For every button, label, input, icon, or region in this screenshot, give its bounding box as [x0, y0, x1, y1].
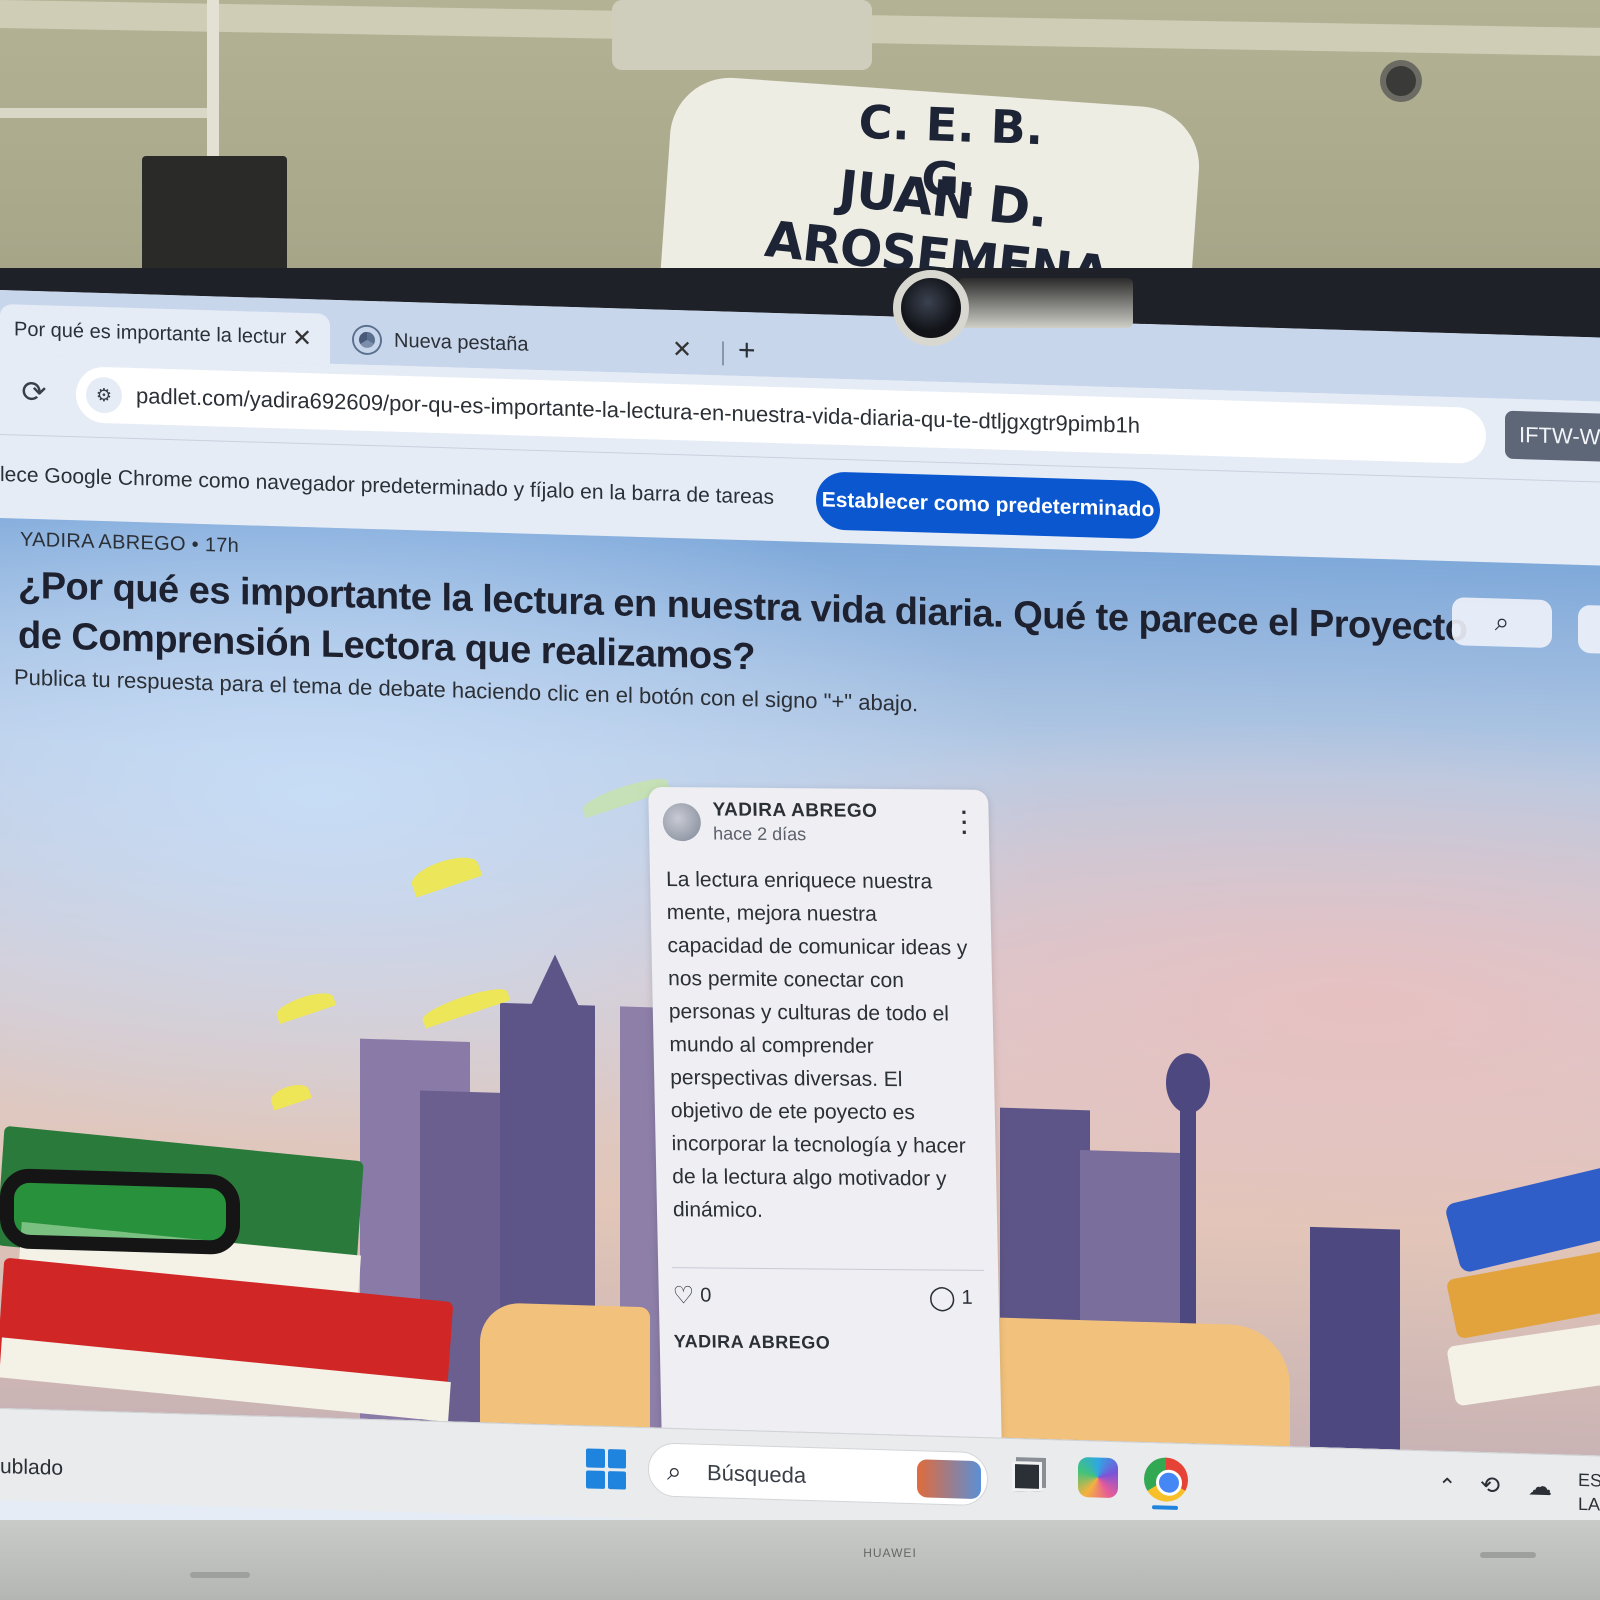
task-view-icon[interactable] — [1012, 1461, 1042, 1492]
post-card[interactable]: YADIRA ABREGO hace 2 días · · · La lectura… — [648, 786, 1002, 1451]
background-bird — [273, 988, 337, 1025]
background-books-right — [1444, 1163, 1600, 1455]
comment-preview-author: YADIRA ABREGO — [673, 1331, 831, 1353]
profile-button[interactable]: IFTW-W — [1505, 410, 1600, 463]
search-icon: ⌕ — [667, 1455, 682, 1487]
language-line1: ES — [1578, 1469, 1600, 1491]
like-button[interactable]: ♡ 0 — [672, 1281, 711, 1310]
background-tower-top — [1166, 1052, 1210, 1114]
new-tab-button[interactable]: + — [738, 334, 756, 369]
like-count: 0 — [700, 1284, 712, 1307]
close-icon[interactable]: ✕ — [288, 323, 316, 353]
bezel-mark — [1480, 1552, 1536, 1558]
microsoft-365-icon[interactable] — [1078, 1456, 1118, 1499]
background-building — [1310, 1226, 1400, 1450]
webcam — [893, 270, 969, 346]
tab-title: Nueva pestaña — [394, 329, 529, 356]
tab-separator — [722, 341, 724, 366]
padlet-page: YADIRA ABREGO • 17h ¿Por qué es importan… — [0, 518, 1600, 1456]
comment-button[interactable]: ◯ 1 — [928, 1283, 973, 1312]
tab-title: Por qué es importante la lectur — [14, 317, 287, 348]
tune-icon[interactable]: ⚙ — [86, 376, 122, 414]
post-divider — [672, 1267, 985, 1271]
language-indicator[interactable]: ES LA — [1578, 1468, 1600, 1517]
background-books-left — [0, 1125, 460, 1422]
chrome-favicon-icon — [354, 326, 380, 354]
background-open-book — [990, 1317, 1290, 1447]
post-author: YADIRA ABREGO — [712, 799, 878, 822]
search-button[interactable]: ⌕ — [1452, 597, 1552, 649]
monitor-brand: HUAWEI — [863, 1546, 917, 1560]
sync-icon[interactable]: ⟲ — [1480, 1471, 1500, 1501]
post-body: La lectura enriquece nuestra mente, mejo… — [665, 868, 968, 1222]
windows-icon[interactable] — [586, 1448, 626, 1490]
screen: Por qué es importante la lectur ✕ Nueva … — [0, 290, 1600, 1572]
padlet-author-line: YADIRA ABREGO • 17h — [20, 528, 240, 558]
close-icon[interactable]: ✕ — [668, 334, 696, 364]
url-text[interactable]: padlet.com/yadira692609/por-qu-es-import… — [136, 383, 1140, 439]
more-vertical-icon[interactable]: · · · — [954, 800, 975, 845]
taskbar-search[interactable]: ⌕ Búsqueda — [648, 1442, 988, 1507]
taskbar-search-label: Búsqueda — [707, 1459, 807, 1488]
background-bird — [407, 850, 483, 898]
monitor-bottom-frame — [0, 1520, 1600, 1600]
security-camera — [1380, 60, 1422, 102]
ceiling-fixture — [612, 0, 872, 70]
comment-count: 1 — [961, 1286, 973, 1309]
avatar — [662, 802, 702, 842]
background-open-book — [480, 1302, 650, 1428]
post-timestamp: hace 2 días — [712, 823, 807, 845]
wall-rail — [0, 108, 215, 118]
camera-bar — [958, 278, 1133, 328]
search-highlight-image — [917, 1459, 981, 1500]
comment-icon: ◯ — [928, 1284, 956, 1312]
set-default-button[interactable]: Establecer como predeterminado — [816, 471, 1160, 540]
language-line2: LA — [1578, 1493, 1600, 1515]
active-app-indicator — [1152, 1505, 1178, 1510]
cloud-offline-icon[interactable]: ☁ — [1528, 1472, 1552, 1502]
infobar-text: lece Google Chrome como navegador predet… — [0, 463, 774, 509]
heart-icon: ♡ — [672, 1282, 695, 1310]
reload-icon[interactable]: ⟳ — [14, 372, 54, 413]
background-spire — [527, 953, 583, 1016]
wifi-router — [142, 156, 287, 280]
background-bird — [419, 983, 511, 1029]
chrome-icon[interactable] — [1144, 1456, 1188, 1503]
background-glasses — [0, 1168, 240, 1256]
bezel-mark — [190, 1572, 250, 1578]
background-bird — [268, 1080, 312, 1111]
toolbar-button-partial[interactable] — [1578, 604, 1600, 655]
weather-widget[interactable]: ublado — [0, 1455, 63, 1481]
chevron-up-icon[interactable]: ⌃ — [1438, 1474, 1456, 1501]
search-icon: ⌕ — [1494, 606, 1510, 637]
